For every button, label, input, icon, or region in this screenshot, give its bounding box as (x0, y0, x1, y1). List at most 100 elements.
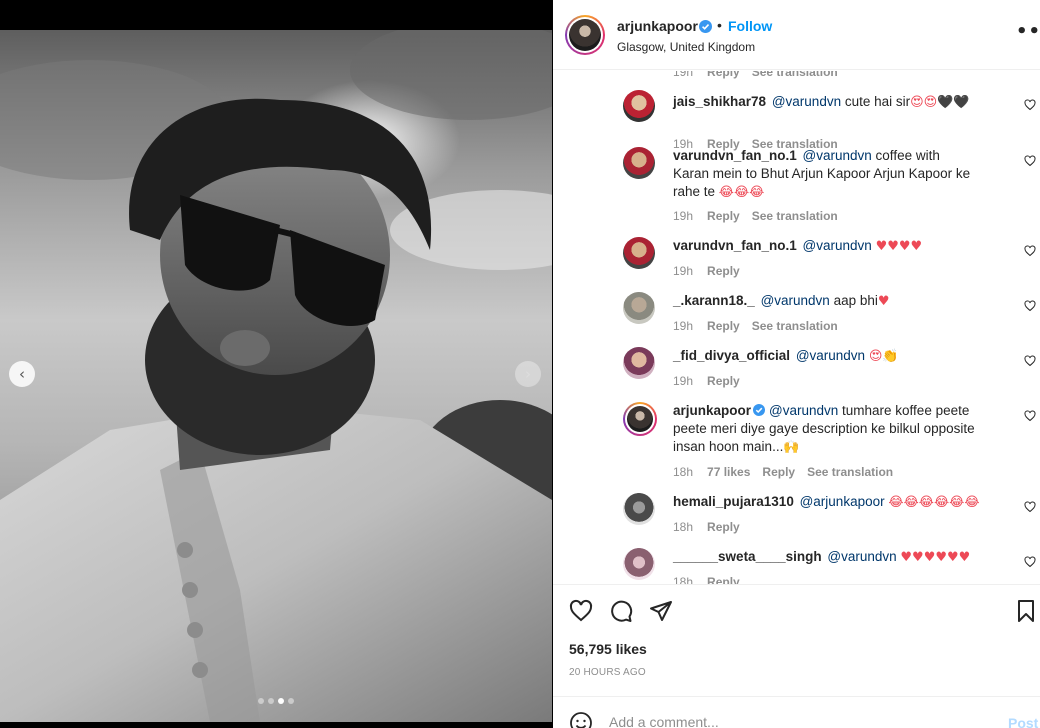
reply-button[interactable]: Reply (707, 71, 740, 79)
commenter-username[interactable]: jais_shikhar78 (673, 94, 766, 109)
comment-emoji: 😂😂😂😂😂😂 (888, 495, 980, 510)
comment-meta: 19h Reply See translation (673, 209, 850, 223)
commenter-avatar[interactable] (623, 292, 655, 324)
more-options-button[interactable]: ••• (1016, 23, 1040, 41)
comment-text: hemali_pujara1310 @arjunkapoor 😂😂😂😂😂😂 (673, 493, 1013, 512)
commenter-username[interactable]: ______sweta____singh (673, 549, 822, 564)
comment-emoji: ♥♥♥♥ (875, 239, 923, 254)
comment-time: 19h (673, 264, 694, 278)
verified-badge-icon (753, 404, 766, 416)
share-paper-plane-icon[interactable] (649, 599, 673, 623)
comment-emoji: ♥♥♥♥♥♥ (900, 550, 971, 565)
comment-text: jais_shikhar78 @varundvn cute hai sir😍😍🖤… (673, 93, 993, 112)
commenter-username[interactable]: arjunkapoor (673, 403, 751, 418)
comment-meta: 19h Reply (673, 374, 752, 388)
see-translation-button[interactable]: See translation (807, 465, 893, 479)
like-comment-heart-icon[interactable] (1024, 556, 1036, 568)
comment-likes[interactable]: 77 likes (707, 465, 750, 479)
comment-time: 19h (673, 319, 694, 333)
commenter-avatar[interactable] (623, 493, 655, 525)
post-header: arjunkapoor • Follow Glasgow, United Kin… (553, 0, 1040, 70)
see-translation-button[interactable]: See translation (752, 319, 838, 333)
carousel-dot (288, 698, 294, 704)
comment-meta: 18h 77 likes Reply See translation (673, 465, 905, 479)
post-comment-button[interactable]: Post (1008, 715, 1038, 728)
add-comment-input[interactable] (609, 714, 939, 728)
author-username[interactable]: arjunkapoor (617, 18, 698, 34)
comment-text: arjunkapoor @varundvn tumhare koffee peet… (673, 402, 998, 457)
comment-text: ______sweta____singh @varundvn ♥♥♥♥♥♥ (673, 548, 1018, 567)
comment-time: 18h (673, 520, 694, 534)
comment-time: 18h (673, 465, 694, 479)
comment-meta: 18h Reply (673, 520, 752, 534)
comment-time: 19h (673, 209, 694, 223)
like-comment-heart-icon[interactable] (1024, 99, 1036, 111)
comment-meta: 19h Reply See translation (673, 319, 850, 333)
carousel-dot-active (278, 698, 284, 704)
like-comment-heart-icon[interactable] (1024, 300, 1036, 312)
comment-mention[interactable]: @varundvn (761, 293, 830, 308)
add-comment-bar: Post (553, 696, 1040, 728)
comment-bubble-icon[interactable] (609, 599, 633, 623)
commenter-username[interactable]: hemali_pujara1310 (673, 494, 794, 509)
like-comment-heart-icon[interactable] (1024, 245, 1036, 257)
follow-button[interactable]: Follow (728, 18, 772, 34)
portrait-photo (0, 30, 552, 722)
commenter-avatar[interactable] (623, 90, 655, 122)
separator-dot: • (717, 17, 722, 33)
post-photo: ‹ › (0, 30, 552, 722)
previous-image-button[interactable]: ‹ (9, 361, 35, 387)
post-timestamp[interactable]: 20 HOURS AGO (569, 667, 646, 678)
commenter-avatar[interactable] (623, 347, 655, 379)
commenter-avatar[interactable] (623, 237, 655, 269)
commenter-username[interactable]: _.karann18._ (673, 293, 755, 308)
comment-emoji: 😂😂😂 (718, 185, 765, 200)
like-comment-heart-icon[interactable] (1024, 501, 1036, 513)
emoji-icon[interactable] (569, 711, 593, 728)
like-comment-heart-icon[interactable] (1024, 410, 1036, 422)
post-panel: arjunkapoor • Follow Glasgow, United Kin… (553, 0, 1040, 728)
post-location[interactable]: Glasgow, United Kingdom (617, 40, 755, 54)
next-image-button[interactable]: › (515, 361, 541, 387)
comments-list[interactable]: 19h Reply See translation jais_shikhar78 @… (553, 71, 1040, 584)
like-comment-heart-icon[interactable] (1024, 155, 1036, 167)
comment-mention[interactable]: @varundvn (827, 549, 896, 564)
comment-text: varundvn_fan_no.1 @varundvn coffee with … (673, 147, 973, 202)
see-translation-button[interactable]: See translation (752, 71, 838, 79)
comment-mention[interactable]: @varundvn (772, 94, 841, 109)
carousel-dots (258, 698, 294, 704)
comment-body: aap bhi (829, 293, 878, 308)
comment-time: 18h (673, 575, 694, 584)
comment-mention[interactable]: @varundvn (769, 403, 838, 418)
partial-comment-meta: 19h Reply See translation (673, 71, 850, 79)
comment-body: cute hai sir (841, 94, 911, 109)
comment-mention[interactable]: @varundvn (796, 348, 865, 363)
reply-button[interactable]: Reply (707, 319, 740, 333)
commenter-avatar[interactable] (623, 402, 657, 436)
reply-button[interactable]: Reply (762, 465, 795, 479)
post-actions: 56,795 likes 20 HOURS AGO (553, 584, 1040, 696)
commenter-username[interactable]: _fid_divya_official (673, 348, 790, 363)
reply-button[interactable]: Reply (707, 264, 740, 278)
carousel-dot (268, 698, 274, 704)
reply-button[interactable]: Reply (707, 374, 740, 388)
reply-button[interactable]: Reply (707, 520, 740, 534)
reply-button[interactable]: Reply (707, 575, 740, 584)
likes-count[interactable]: 56,795 likes (569, 641, 647, 657)
carousel-dot (258, 698, 264, 704)
comment-mention[interactable]: @varundvn (803, 238, 872, 253)
see-translation-button[interactable]: See translation (752, 209, 838, 223)
comment-text: _.karann18._ @varundvn aap bhi♥ (673, 292, 973, 311)
like-heart-icon[interactable] (569, 599, 593, 623)
commenter-avatar[interactable] (623, 548, 655, 580)
commenter-avatar[interactable] (623, 147, 655, 179)
reply-button[interactable]: Reply (707, 209, 740, 223)
commenter-username[interactable]: varundvn_fan_no.1 (673, 148, 797, 163)
comment-mention[interactable]: @varundvn (803, 148, 872, 163)
like-comment-heart-icon[interactable] (1024, 355, 1036, 367)
commenter-username[interactable]: varundvn_fan_no.1 (673, 238, 797, 253)
comment-time: 19h (673, 71, 694, 79)
author-avatar[interactable] (565, 15, 605, 55)
save-bookmark-icon[interactable] (1016, 599, 1036, 623)
comment-mention[interactable]: @arjunkapoor (800, 494, 885, 509)
